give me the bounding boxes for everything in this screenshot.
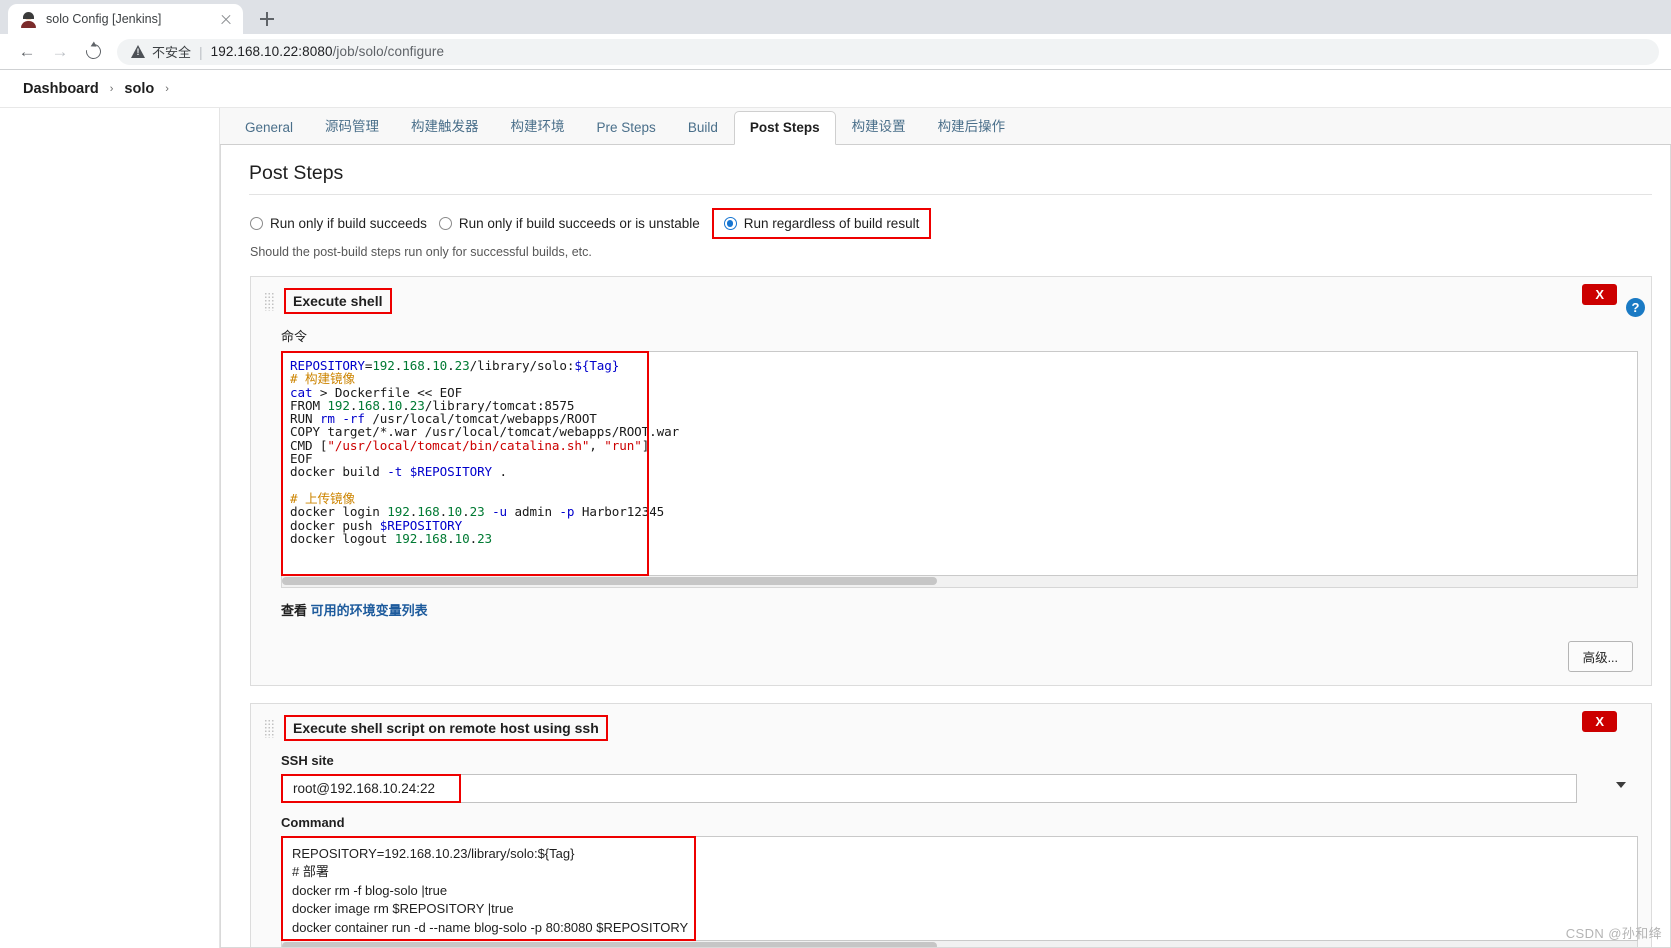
side-rail — [0, 108, 219, 948]
browser-tab-title: solo Config [Jenkins] — [46, 12, 162, 26]
url-path: /job/solo/configure — [332, 44, 445, 59]
advanced-row: 高级... — [264, 641, 1633, 672]
drag-handle-icon[interactable] — [264, 291, 275, 311]
url-host: 192.168.10.22:8080 — [210, 44, 333, 59]
builder-header-ssh: Execute shell script on remote host usin… — [264, 715, 1638, 741]
post-steps-radio-group: Run only if build succeeds Run only if b… — [250, 208, 1652, 239]
page-body: General 源码管理 构建触发器 构建环境 Pre Steps Build … — [0, 108, 1671, 948]
shell-command-label: 命令 — [281, 329, 308, 344]
ssh-site-select[interactable]: root@192.168.10.24:22 — [281, 774, 1626, 803]
radio-icon-succeeds[interactable] — [250, 217, 263, 230]
main-column: General 源码管理 构建触发器 构建环境 Pre Steps Build … — [219, 108, 1671, 948]
browser-tabstrip: solo Config [Jenkins] — [0, 0, 1671, 34]
env-var-list-link[interactable]: 可用的环境变量列表 — [311, 603, 428, 618]
browser-toolbar: ← → 不安全 | 192.168.10.22:8080/job/solo/co… — [0, 34, 1671, 70]
builder-ssh-remote: X Execute shell script on remote host us… — [250, 703, 1652, 947]
ssh-site-wrap: root@192.168.10.24:22 — [281, 774, 1638, 803]
watermark: CSDN @孙和绛 — [1565, 926, 1662, 941]
omnibox-separator: | — [199, 43, 203, 60]
browser-chrome: solo Config [Jenkins] ← → 不安全 | 192.168.… — [0, 0, 1671, 70]
radio-label-regardless: Run regardless of build result — [743, 216, 920, 231]
reload-icon — [82, 41, 104, 62]
ssh-site-label: SSH site — [281, 753, 334, 768]
drag-handle-icon-ssh[interactable] — [264, 718, 275, 738]
tab-build-settings[interactable]: 构建设置 — [836, 106, 922, 145]
reload-button[interactable] — [78, 37, 108, 67]
back-button[interactable]: ← — [12, 37, 42, 67]
shell-script-wrap: REPOSITORY=192.168.10.23/library/solo:${… — [281, 351, 1638, 576]
ssh-command-hscrollbar[interactable] — [281, 941, 1638, 947]
delete-builder-button[interactable]: X — [1582, 284, 1617, 305]
radio-label-succeeds: Run only if build succeeds — [270, 216, 427, 231]
radio-label-succeeds-or-unstable: Run only if build succeeds or is unstabl… — [458, 216, 700, 231]
builder-title-ssh: Execute shell script on remote host usin… — [284, 715, 608, 741]
tab-post-build-actions[interactable]: 构建后操作 — [922, 106, 1022, 145]
browser-tab[interactable]: solo Config [Jenkins] — [8, 4, 243, 34]
address-bar-url: 192.168.10.22:8080/job/solo/configure — [211, 44, 444, 59]
forward-button[interactable]: → — [45, 37, 75, 67]
radio-icon-regardless[interactable] — [723, 217, 737, 230]
shell-script-input[interactable]: REPOSITORY=192.168.10.23/library/solo:${… — [281, 351, 1638, 576]
tab-build[interactable]: Build — [672, 111, 734, 145]
tab-post-steps[interactable]: Post Steps — [733, 111, 836, 145]
advanced-button[interactable]: 高级... — [1567, 641, 1633, 672]
radio-icon-succeeds-or-unstable[interactable] — [438, 217, 452, 230]
breadcrumb-arrow-icon: › — [109, 82, 114, 95]
builder-header: Execute shell — [264, 288, 1638, 314]
tab-build-environment[interactable]: 构建环境 — [495, 106, 581, 145]
radio-option-succeeds[interactable]: Run only if build succeeds — [250, 216, 427, 231]
tab-pre-steps[interactable]: Pre Steps — [581, 111, 672, 145]
radio-option-regardless[interactable]: Run regardless of build result — [711, 208, 932, 239]
config-tab-bar: General 源码管理 构建触发器 构建环境 Pre Steps Build … — [220, 108, 1671, 145]
breadcrumb-arrow-icon-2[interactable]: › — [163, 83, 171, 95]
post-steps-help-text: Should the post-build steps run only for… — [250, 245, 592, 259]
tab-general[interactable]: General — [229, 111, 309, 145]
env-var-hint-prefix: 查看 — [281, 603, 308, 618]
config-form-panel: Post Steps Run only if build succeeds Ru… — [220, 145, 1671, 948]
tab-build-triggers[interactable]: 构建触发器 — [395, 106, 495, 145]
env-var-hint: 查看 可用的环境变量列表 — [281, 600, 1638, 619]
ssh-site-value: root@192.168.10.24:22 — [293, 781, 436, 796]
close-icon[interactable] — [218, 11, 234, 27]
address-bar[interactable]: 不安全 | 192.168.10.22:8080/job/solo/config… — [117, 38, 1659, 65]
ssh-command-label: Command — [281, 815, 345, 830]
radio-option-succeeds-or-unstable[interactable]: Run only if build succeeds or is unstabl… — [438, 216, 700, 231]
shell-script-hscrollbar[interactable] — [281, 576, 1638, 588]
help-icon[interactable]: ? — [1626, 298, 1645, 317]
delete-builder-button-ssh[interactable]: X — [1582, 711, 1617, 732]
new-tab-button[interactable] — [253, 5, 281, 33]
chevron-down-icon — [1616, 782, 1626, 788]
builder-execute-shell: X ? Execute shell 命令 REPOSITORY=192.168.… — [250, 276, 1652, 686]
ssh-command-input[interactable]: REPOSITORY=192.168.10.23/library/solo:${… — [281, 836, 1638, 941]
breadcrumb: Dashboard › solo › — [0, 70, 1671, 108]
security-label: 不安全 — [152, 45, 192, 60]
builder-title: Execute shell — [284, 288, 392, 314]
jenkins-favicon-icon — [20, 10, 37, 28]
not-secure-warning-icon — [131, 45, 145, 58]
breadcrumb-item-solo[interactable]: solo — [117, 81, 161, 97]
ssh-command-wrap: REPOSITORY=192.168.10.23/library/solo:${… — [281, 836, 1638, 941]
tab-scm[interactable]: 源码管理 — [309, 106, 395, 145]
page-title: Post Steps — [249, 162, 1652, 195]
breadcrumb-item-dashboard[interactable]: Dashboard — [16, 81, 106, 97]
